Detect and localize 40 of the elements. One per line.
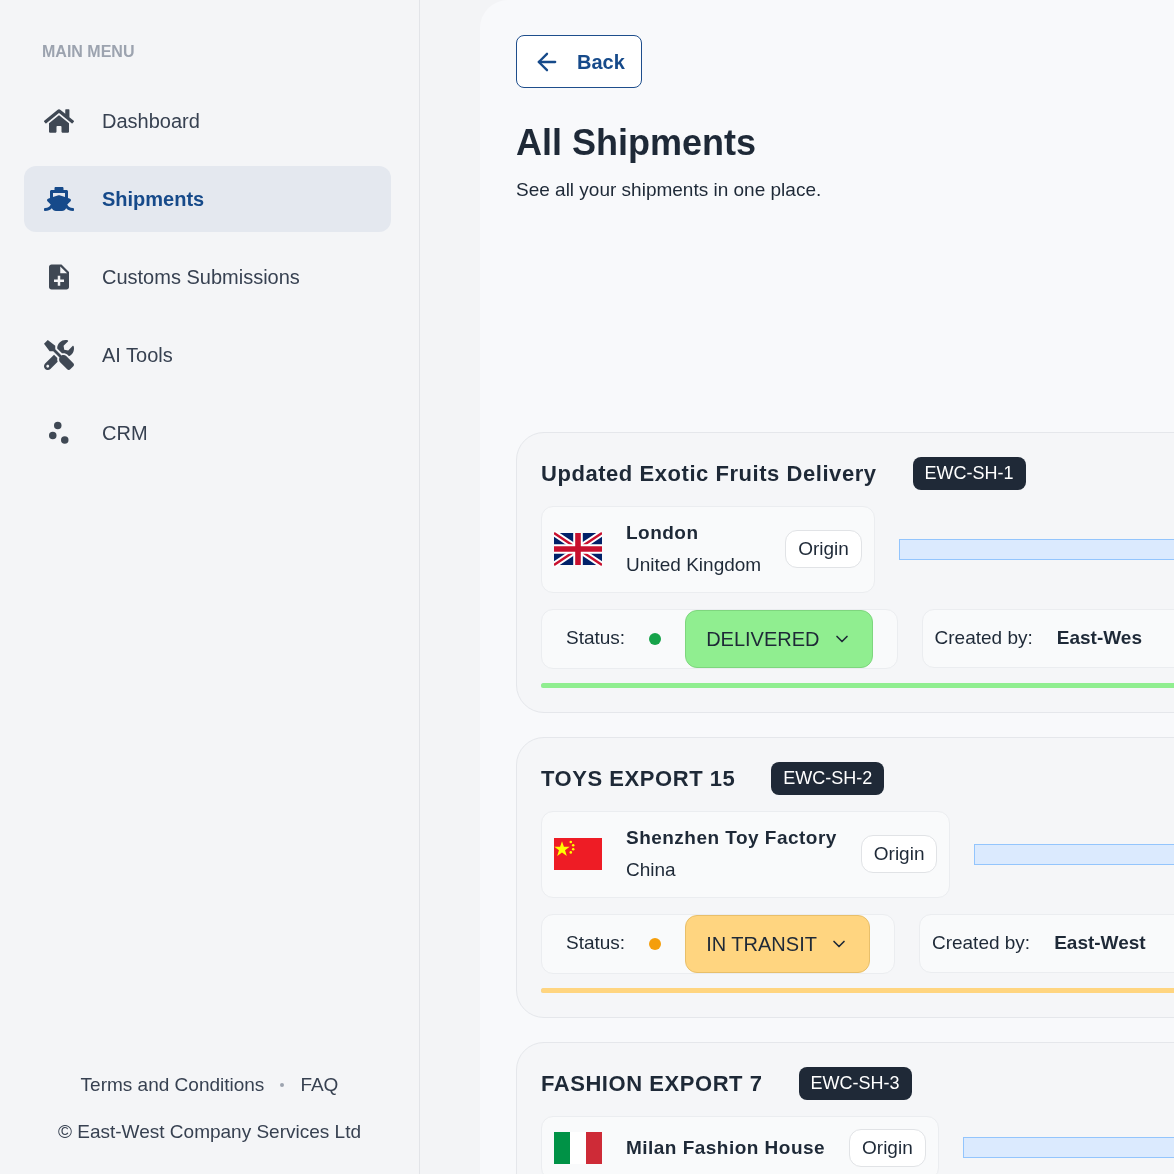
shipment-title: Updated Exotic Fruits Delivery: [541, 459, 877, 488]
created-by-label: Created by:: [931, 931, 1031, 956]
origin-country: United Kingdom: [626, 553, 762, 577]
origin-tag: Origin: [849, 1128, 926, 1167]
ship-icon: [44, 184, 74, 214]
sidebar-item[interactable]: Customs Submissions: [24, 244, 391, 310]
tools-icon: [44, 340, 74, 370]
shipment-title: FASHION EXPORT 7: [541, 1069, 763, 1098]
origin-country: China: [626, 858, 677, 882]
origin-tag: Origin: [860, 834, 938, 874]
home-icon: [44, 106, 74, 136]
status-dropdown[interactable]: DELIVERED: [685, 609, 873, 668]
menu-heading: MAIN MENU: [42, 42, 136, 62]
status-dropdown[interactable]: IN TRANSIT: [685, 914, 870, 973]
origin-city: Shenzhen Toy Factory: [626, 825, 837, 850]
footer-link[interactable]: FAQ: [300, 1071, 339, 1100]
page-title: All Shipments: [516, 121, 758, 165]
origin-city: Milan Fashion House: [626, 1135, 826, 1160]
created-by-value: East-West: [1054, 931, 1146, 956]
copyright: © East-West Company Services Ltd: [58, 1119, 361, 1144]
back-button[interactable]: Back: [516, 35, 642, 88]
created-by-label: Created by:: [934, 626, 1033, 651]
footer-link[interactable]: Terms and Conditions: [80, 1071, 265, 1100]
status-label: Status:: [566, 931, 626, 956]
shipment-title: TOYS EXPORT 15: [541, 764, 736, 793]
shipment-code: EWC-SH-2: [771, 761, 885, 795]
shipment-code: EWC-SH-1: [912, 456, 1026, 490]
origin-tag: Origin: [785, 529, 862, 569]
italy-flag-icon: [554, 1129, 602, 1166]
page-subtitle: See all your shipments in one place.: [516, 178, 823, 202]
china-flag-icon: [554, 836, 602, 872]
uk-flag-icon: [554, 531, 602, 567]
sidebar-item[interactable]: AI Tools: [24, 322, 391, 388]
sidebar-item[interactable]: CRM: [24, 400, 391, 466]
status-label: Status:: [566, 626, 626, 651]
sidebar-item[interactable]: Dashboard: [24, 88, 391, 154]
sidebar-item[interactable]: Shipments: [24, 166, 391, 232]
shipment-code: EWC-SH-3: [798, 1066, 912, 1100]
created-by-value: East-Wes: [1056, 626, 1142, 651]
origin-city: London: [626, 520, 700, 545]
